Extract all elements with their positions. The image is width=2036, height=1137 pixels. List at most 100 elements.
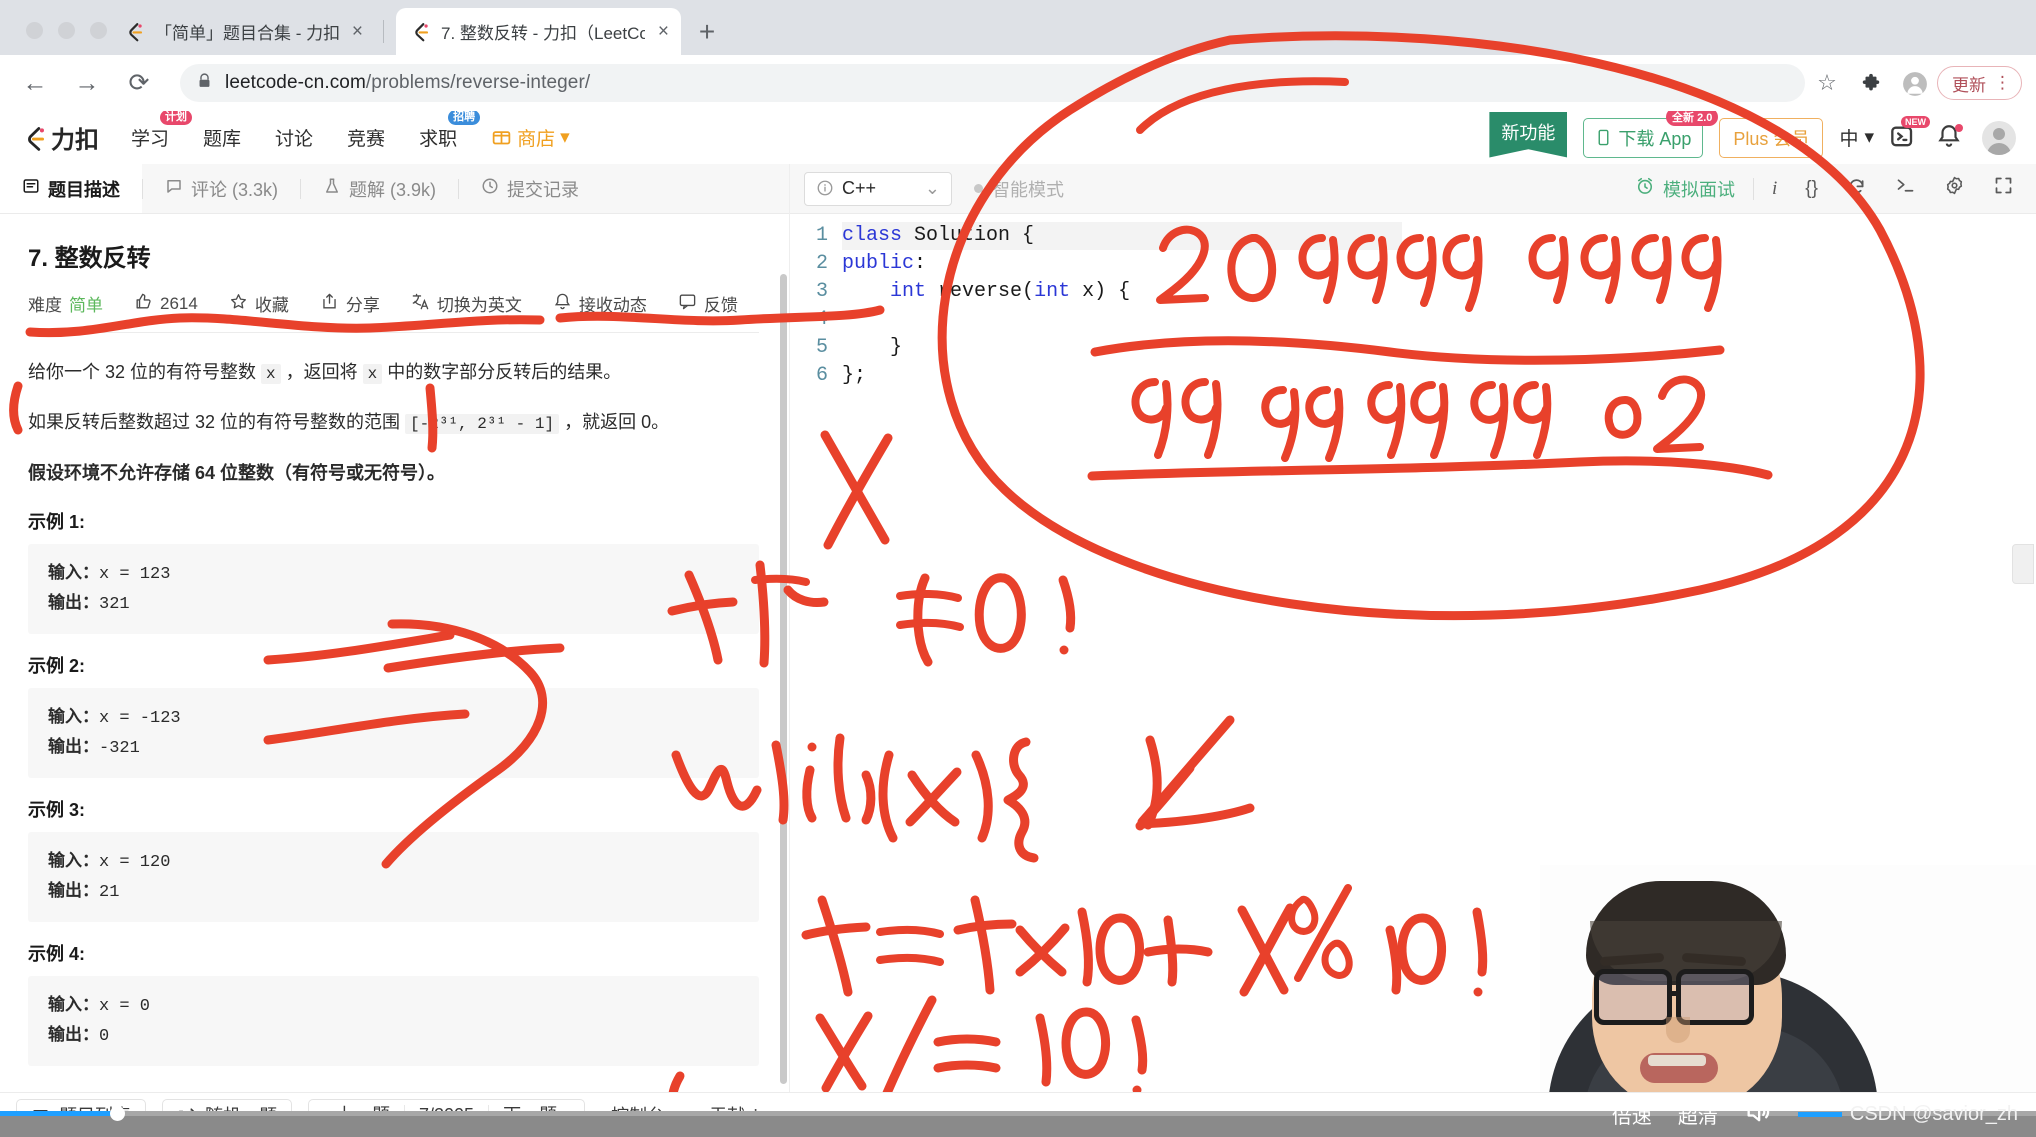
example-2-output-value: -321 <box>99 739 140 759</box>
download-app-button[interactable]: 下载 App 全新 2.0 <box>1583 111 1719 158</box>
bell-icon[interactable] <box>1936 123 1966 153</box>
tab-divider <box>383 20 384 43</box>
chrome-menu-kebab-icon[interactable]: ⋮ <box>1994 74 2011 91</box>
example-3-output-value: 21 <box>99 883 120 903</box>
video-controls: 倍速 超清 CSDN @savior_zh <box>1476 1092 2036 1137</box>
format-italic-icon[interactable]: i <box>1772 178 1777 200</box>
problem-tabs-bar: 题目描述 评论 (3.3k) 题解 (3.9k) 提交记录 <box>0 164 789 214</box>
screen-root: 「简单」题目合集 - 力扣（LeetC × 7. 整数反转 - 力扣（LeetC… <box>0 0 2036 1137</box>
plus-membership-button[interactable]: Plus 会员 <box>1719 117 1824 158</box>
address-bar[interactable]: leetcode-cn.com/problems/reverse-integer… <box>180 64 1805 102</box>
tab-submissions[interactable]: 提交记录 <box>459 164 601 213</box>
example-3-input-value: x = 120 <box>99 853 171 873</box>
code-line: 4 <box>790 306 2036 334</box>
comment-icon <box>165 177 183 200</box>
problem-desc-paragraph-1: 给你一个 32 位的有符号整数 x ，返回将 x 中的数字部分反转后的结果。 <box>28 355 759 389</box>
switch-language-button[interactable]: 切换为英文 <box>411 291 522 316</box>
terminal-icon[interactable] <box>1895 175 1916 202</box>
browser-tab-1[interactable]: 「简单」题目合集 - 力扣（LeetC × <box>110 8 375 55</box>
feedback-button[interactable]: 反馈 <box>678 291 738 316</box>
nav-item-discuss[interactable]: 讨论 <box>273 120 315 155</box>
playback-speed-button[interactable]: 倍速 <box>1612 1100 1652 1129</box>
tab-description-label: 题目描述 <box>48 179 120 200</box>
language-selector[interactable]: 中 ▾ <box>1839 124 1874 151</box>
window-close-button[interactable] <box>26 22 43 39</box>
feedback-label: 反馈 <box>703 296 738 315</box>
leetcode-logo[interactable]: 力扣 <box>22 120 99 155</box>
example-1-input-value: x = 123 <box>99 564 171 584</box>
mock-interview-button[interactable]: 模拟面试 <box>1635 176 1735 202</box>
nav-item-jobs[interactable]: 求职 招聘 <box>417 111 481 155</box>
browser-tab-2-close-icon[interactable]: × <box>658 21 669 43</box>
video-progress-knob[interactable] <box>110 1106 125 1121</box>
example-4-input-value: x = 0 <box>99 997 151 1017</box>
line-number: 5 <box>815 336 828 359</box>
new-feature-ribbon[interactable]: 新功能 <box>1489 111 1568 158</box>
tab-solutions[interactable]: 题解 (3.9k) <box>301 164 458 213</box>
line-number: 1 <box>815 224 828 247</box>
bookmark-star-icon[interactable]: ☆ <box>1805 63 1849 103</box>
avatar[interactable] <box>1982 120 2016 155</box>
fullscreen-icon[interactable] <box>1993 175 2014 202</box>
language-picker[interactable]: C++ ⌄ <box>804 171 952 206</box>
desc-2-post: ，就返回 0。 <box>559 412 670 433</box>
nav-item-contest[interactable]: 竞赛 <box>345 120 387 155</box>
back-button[interactable]: ← <box>18 66 52 100</box>
bell-unread-dot <box>1955 123 1963 132</box>
panel-collapse-handle[interactable] <box>2012 544 2034 584</box>
language-selector-label: 中 <box>1839 129 1859 150</box>
nav-item-jobs-badge: 招聘 <box>448 111 481 125</box>
page-title: 7. 整数反转 <box>28 245 151 272</box>
problem-desc-paragraph-2: 如果反转后整数超过 32 位的有符号整数的范围 [-2³¹, 2³¹ - 1] … <box>28 405 759 439</box>
desc-1-code: x <box>261 364 281 384</box>
example-4-label: 示例 4: <box>28 944 86 965</box>
speaker-icon[interactable] <box>1744 1098 1772 1132</box>
window-traffic-lights[interactable] <box>26 22 107 39</box>
extensions-puzzle-icon[interactable] <box>1849 63 1893 103</box>
undo-icon[interactable] <box>1846 175 1867 202</box>
line-text <box>842 306 854 334</box>
profile-avatar-icon[interactable] <box>1893 63 1937 103</box>
nav-item-shop[interactable]: 商店 ▾ <box>489 120 572 155</box>
nav-item-problems-label: 题库 <box>203 129 242 150</box>
smart-mode-toggle[interactable]: 智能模式 <box>974 176 1064 202</box>
window-maximize-button[interactable] <box>90 22 107 39</box>
problem-pane-scrollbar[interactable] <box>780 274 787 1084</box>
tab-comments[interactable]: 评论 (3.3k) <box>143 164 300 213</box>
window-minimize-button[interactable] <box>58 22 75 39</box>
tab-description[interactable]: 题目描述 <box>0 164 142 213</box>
like-button[interactable]: 2614 <box>134 292 198 316</box>
nav-item-problems[interactable]: 题库 <box>201 120 243 155</box>
share-button[interactable]: 分享 <box>320 291 380 316</box>
thumbs-up-icon <box>134 292 153 316</box>
forward-button[interactable]: → <box>70 66 104 100</box>
example-3-output: 输出：21 <box>48 877 739 907</box>
video-progress-fill <box>0 1111 118 1116</box>
chrome-update-button[interactable]: 更新 ⋮ <box>1937 66 2022 100</box>
video-quality-button[interactable]: 超清 <box>1678 1100 1718 1129</box>
add-code-icon[interactable]: NEW <box>1890 115 1930 153</box>
example-2-input: 输入：x = -123 <box>48 703 739 733</box>
webcam-person-glasses-left <box>1594 969 1672 1025</box>
problem-meta-row: 难度 简单 2614 收藏 分享 切换为英文 接收动态 反馈 <box>28 291 759 332</box>
braces-icon[interactable]: {} <box>1805 178 1818 200</box>
reload-button[interactable]: ⟳ <box>122 66 156 100</box>
new-tab-button[interactable]: + <box>690 16 724 50</box>
example-4-input: 输入：x = 0 <box>48 991 739 1021</box>
phone-icon <box>1595 127 1612 148</box>
example-1-box: 输入：x = 123 输出：321 <box>28 543 759 635</box>
favorite-button[interactable]: 收藏 <box>229 291 289 316</box>
example-4-output-label: 输出： <box>48 1025 99 1045</box>
example-2-label: 示例 2: <box>28 656 86 677</box>
shop-icon <box>491 126 512 149</box>
subscribe-button[interactable]: 接收动态 <box>553 291 647 316</box>
nav-item-study[interactable]: 学习 计划 <box>129 111 193 155</box>
settings-gear-icon[interactable] <box>1944 175 1965 202</box>
desc-2-pre: 如果反转后整数超过 32 位的有符号整数的范围 <box>28 412 406 433</box>
browser-tab-1-close-icon[interactable]: × <box>352 21 363 43</box>
clock-icon <box>481 177 499 200</box>
download-app-badge: 全新 2.0 <box>1666 111 1719 126</box>
language-picker-value: C++ <box>842 178 877 198</box>
browser-tab-2[interactable]: 7. 整数反转 - 力扣（LeetCode） × <box>396 8 681 55</box>
smart-mode-dot-icon <box>974 184 983 193</box>
